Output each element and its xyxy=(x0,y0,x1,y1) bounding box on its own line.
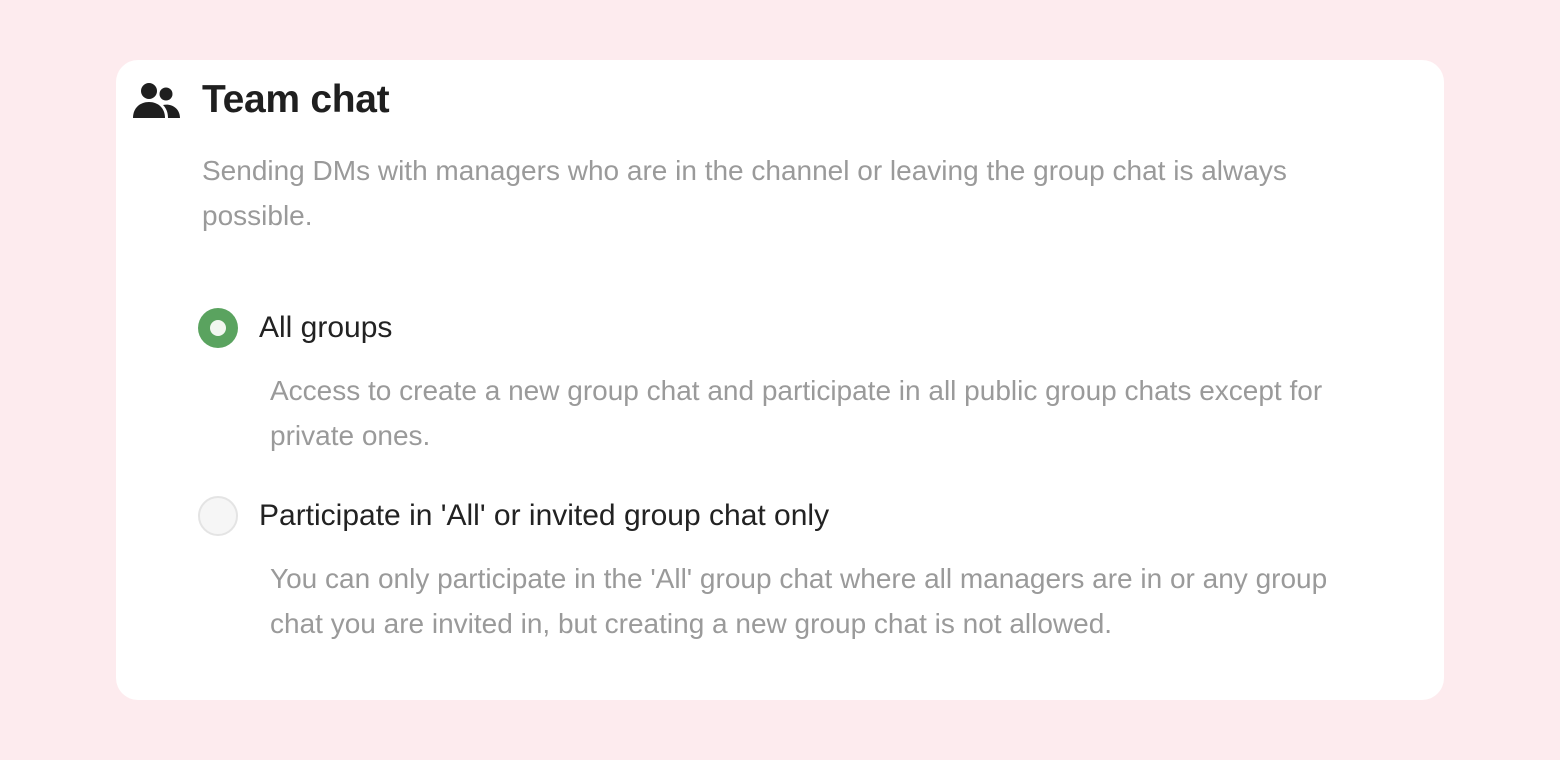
radio-all-groups[interactable] xyxy=(198,308,238,348)
radio-invited-only[interactable] xyxy=(198,496,238,536)
team-chat-card: Team chat Sending DMs with managers who … xyxy=(116,60,1444,700)
option-invited-only-row[interactable]: Participate in 'All' or invited group ch… xyxy=(198,494,1358,538)
section-description: Sending DMs with managers who are in the… xyxy=(202,155,1287,231)
option-invited-only-label: Participate in 'All' or invited group ch… xyxy=(259,499,830,532)
option-all-groups: All groups Access to create a new group … xyxy=(198,306,1358,458)
option-invited-only: Participate in 'All' or invited group ch… xyxy=(198,494,1358,646)
users-icon xyxy=(130,80,182,120)
option-all-groups-row[interactable]: All groups xyxy=(198,306,1358,350)
section-header: Team chat xyxy=(130,78,390,122)
option-all-groups-label: All groups xyxy=(259,311,393,344)
section-title: Team chat xyxy=(202,78,390,121)
option-all-groups-description: Access to create a new group chat and pa… xyxy=(270,375,1323,451)
option-invited-only-description: You can only participate in the 'All' gr… xyxy=(270,563,1328,639)
